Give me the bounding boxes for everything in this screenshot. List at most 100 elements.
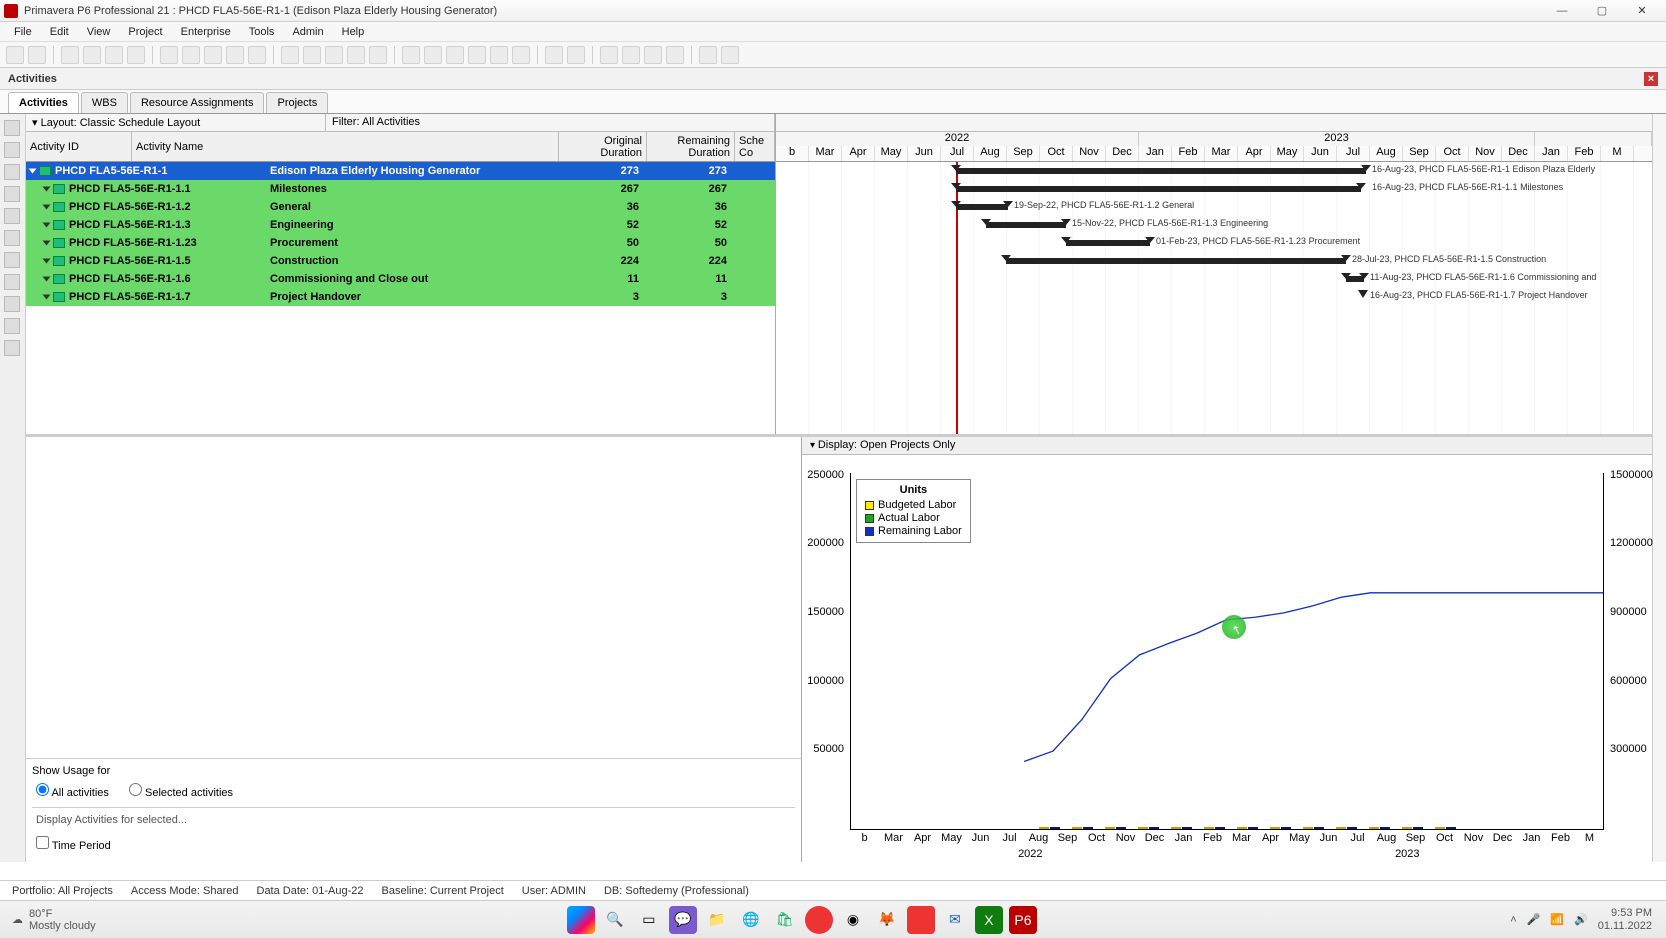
gantt-bar[interactable] [956, 204, 1008, 210]
taskbar-clock[interactable]: 9:53 PM 01.11.2022 [1598, 907, 1652, 931]
menu-admin[interactable]: Admin [284, 24, 331, 40]
toolbar-btn[interactable] [402, 46, 420, 64]
col-remaining-duration[interactable]: Remaining Duration [647, 132, 735, 161]
layout-label[interactable]: ▾ Layout: Classic Schedule Layout [26, 114, 326, 131]
close-panel-icon[interactable]: × [1644, 72, 1658, 86]
minimize-button[interactable]: — [1542, 2, 1582, 20]
bar-remaining[interactable] [1149, 827, 1159, 829]
firefox-icon[interactable]: 🦊 [873, 906, 901, 934]
tray-mic-icon[interactable]: 🎤 [1527, 913, 1541, 926]
app-icon[interactable] [907, 906, 935, 934]
toolbar-btn[interactable] [281, 46, 299, 64]
left-tool-icon[interactable] [4, 340, 20, 356]
toolbar-btn[interactable] [6, 46, 24, 64]
bar-remaining[interactable] [1116, 827, 1126, 829]
bar-budgeted[interactable] [1402, 827, 1412, 829]
toolbar-btn[interactable] [644, 46, 662, 64]
gantt-bar[interactable] [956, 168, 1366, 174]
bar-budgeted[interactable] [1171, 827, 1181, 829]
store-icon[interactable]: 🛍 [771, 906, 799, 934]
bar-remaining[interactable] [1182, 827, 1192, 829]
teams-icon[interactable]: 💬 [669, 906, 697, 934]
menu-file[interactable]: File [6, 24, 40, 40]
menu-view[interactable]: View [79, 24, 119, 40]
bar-remaining[interactable] [1281, 827, 1291, 829]
toolbar-btn[interactable] [622, 46, 640, 64]
toolbar-btn[interactable] [567, 46, 585, 64]
bar-budgeted[interactable] [1039, 827, 1049, 829]
toolbar-btn[interactable] [61, 46, 79, 64]
wbs-row[interactable]: PHCD FLA5-56E-R1-1.7 Project Handover 3 … [26, 288, 775, 306]
p6-icon[interactable]: P6 [1009, 906, 1037, 934]
tab-projects[interactable]: Projects [266, 92, 328, 113]
wbs-row[interactable]: PHCD FLA5-56E-R1-1.23 Procurement 50 50 [26, 234, 775, 252]
toolbar-btn[interactable] [369, 46, 387, 64]
close-button[interactable]: ✕ [1622, 2, 1662, 20]
wbs-row[interactable]: PHCD FLA5-56E-R1-1.6 Commissioning and C… [26, 270, 775, 288]
left-tool-icon[interactable] [4, 296, 20, 312]
chart-area[interactable]: Units Budgeted Labor Actual Labor Remain… [802, 455, 1652, 862]
toolbar-btn[interactable] [512, 46, 530, 64]
menu-enterprise[interactable]: Enterprise [173, 24, 239, 40]
toolbar-btn[interactable] [666, 46, 684, 64]
bar-budgeted[interactable] [1138, 827, 1148, 829]
toolbar-btn[interactable] [721, 46, 739, 64]
bar-remaining[interactable] [1248, 827, 1258, 829]
start-icon[interactable] [567, 906, 595, 934]
bar-remaining[interactable] [1413, 827, 1423, 829]
tray-volume-icon[interactable]: 🔊 [1574, 913, 1588, 926]
bar-remaining[interactable] [1446, 827, 1456, 829]
menu-help[interactable]: Help [334, 24, 373, 40]
left-tool-icon[interactable] [4, 164, 20, 180]
toolbar-btn[interactable] [160, 46, 178, 64]
toolbar-btn[interactable] [600, 46, 618, 64]
radio-selected-activities[interactable]: Selected activities [129, 783, 233, 799]
edge-icon[interactable]: 🌐 [737, 906, 765, 934]
checkbox-time-period[interactable]: Time Period [36, 836, 111, 852]
toolbar-btn[interactable] [468, 46, 486, 64]
menu-project[interactable]: Project [120, 24, 170, 40]
bar-remaining[interactable] [1314, 827, 1324, 829]
tab-wbs[interactable]: WBS [81, 92, 128, 113]
toolbar-btn[interactable] [83, 46, 101, 64]
left-tool-icon[interactable] [4, 274, 20, 290]
filter-label[interactable]: Filter: All Activities [326, 114, 775, 131]
gantt-bar[interactable] [1346, 276, 1364, 282]
left-tool-icon[interactable] [4, 142, 20, 158]
left-tool-icon[interactable] [4, 186, 20, 202]
project-row[interactable]: PHCD FLA5-56E-R1-1 Edison Plaza Elderly … [26, 162, 775, 180]
outlook-icon[interactable]: ✉ [941, 906, 969, 934]
toolbar-btn[interactable] [204, 46, 222, 64]
taskview-icon[interactable]: ▭ [635, 906, 663, 934]
display-header[interactable]: ▾ Display: Open Projects Only [802, 437, 1652, 455]
toolbar-btn[interactable] [182, 46, 200, 64]
maximize-button[interactable]: ▢ [1582, 2, 1622, 20]
bar-budgeted[interactable] [1204, 827, 1214, 829]
gantt-bar[interactable] [1066, 240, 1150, 246]
opera-icon[interactable] [805, 906, 833, 934]
tab-activities[interactable]: Activities [8, 92, 79, 113]
toolbar-btn[interactable] [248, 46, 266, 64]
excel-icon[interactable]: X [975, 906, 1003, 934]
explorer-icon[interactable]: 📁 [703, 906, 731, 934]
wbs-row[interactable]: PHCD FLA5-56E-R1-1.3 Engineering 52 52 [26, 216, 775, 234]
bar-budgeted[interactable] [1369, 827, 1379, 829]
col-schedule[interactable]: Sche Co [735, 132, 775, 161]
gantt-body[interactable]: 16-Aug-23, PHCD FLA5-56E-R1-1 Edison Pla… [776, 162, 1652, 434]
menu-tools[interactable]: Tools [241, 24, 283, 40]
bar-budgeted[interactable] [1435, 827, 1445, 829]
left-tool-icon[interactable] [4, 318, 20, 334]
bar-remaining[interactable] [1083, 827, 1093, 829]
menu-edit[interactable]: Edit [42, 24, 77, 40]
bar-budgeted[interactable] [1336, 827, 1346, 829]
bar-remaining[interactable] [1050, 827, 1060, 829]
tab-resource-assignments[interactable]: Resource Assignments [130, 92, 265, 113]
radio-all-activities[interactable]: All activities [36, 783, 109, 799]
gantt-bar[interactable] [1006, 258, 1346, 264]
toolbar-btn[interactable] [226, 46, 244, 64]
col-activity-name[interactable]: Activity Name [132, 132, 559, 161]
bar-budgeted[interactable] [1072, 827, 1082, 829]
chrome-icon[interactable]: ◉ [839, 906, 867, 934]
toolbar-btn[interactable] [28, 46, 46, 64]
toolbar-btn[interactable] [347, 46, 365, 64]
